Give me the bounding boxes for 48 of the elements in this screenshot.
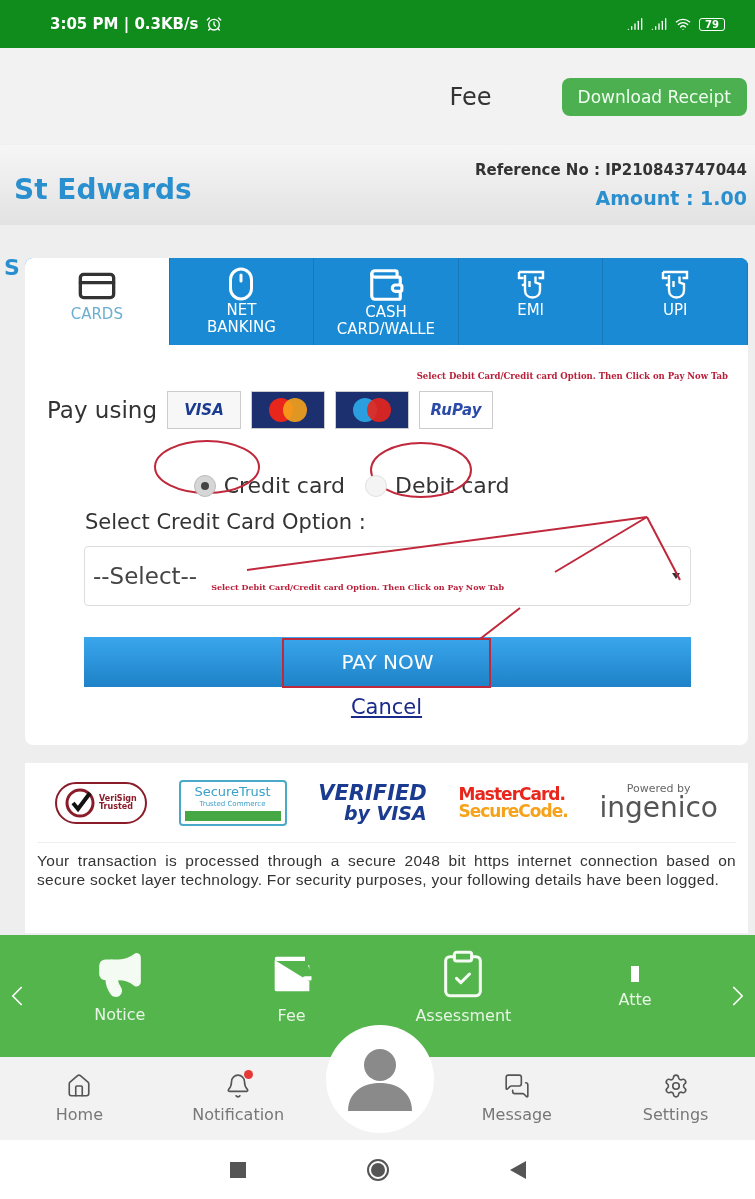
security-text: Your transaction is processed through a secure 2048 bit https internet connection based on secure socket layer technology. For security purposes, your following details have been logged. <box>37 851 736 889</box>
payment-tab[interactable]: CARDS <box>25 258 170 345</box>
section-heading: S <box>4 255 20 280</box>
page-title: Fee <box>449 82 492 111</box>
wifi-icon <box>675 16 692 32</box>
radio-label[interactable]: Debit card <box>395 473 510 498</box>
settings-icon <box>662 1073 689 1099</box>
radio-button[interactable] <box>193 474 216 497</box>
home-icon <box>66 1073 93 1099</box>
partial-icon <box>630 964 641 984</box>
battery-icon: 79 <box>699 17 725 31</box>
option-label: Select Credit Card Option : <box>85 510 367 534</box>
select-value: --Select-- <box>93 563 198 589</box>
home-button-icon[interactable] <box>365 1157 390 1182</box>
nav-item[interactable]: Message <box>437 1072 597 1125</box>
feature-item[interactable]: Notice <box>34 948 206 1044</box>
rupay-logo: RuPay <box>419 391 493 429</box>
amount: Amount : 1.00 <box>595 187 747 209</box>
signal-icon <box>651 16 668 32</box>
card-option-select[interactable]: --Select-- Select Debit Card/Credit card Option. Then Click on Pay Now Tab <box>84 546 691 606</box>
mastercard-securecode-logo: MasterCard. SecureCode. <box>458 785 568 820</box>
nav-item[interactable]: Settings <box>596 1072 755 1125</box>
feature-item[interactable]: Atte <box>549 963 721 1029</box>
reference-number: Reference No : IP210843747044 <box>474 161 747 179</box>
school-name: St Edwards <box>14 172 192 206</box>
signal-icon <box>627 16 644 32</box>
download-receipt-button[interactable]: Download Receipt <box>561 77 747 116</box>
recents-icon[interactable] <box>229 1161 246 1178</box>
radio-button[interactable] <box>365 474 387 497</box>
nav-item[interactable]: Home <box>0 1072 159 1125</box>
cancel-link[interactable]: Cancel <box>350 695 423 719</box>
verified-by-visa-logo: VERIFIED by VISA <box>318 782 427 823</box>
annotation-note: Select Debit Card/Credit card Option. Then Click on Pay Now Tab <box>211 582 505 592</box>
feature-item[interactable]: Assessment <box>377 947 550 1045</box>
nav-item[interactable]: Notification <box>158 1072 318 1125</box>
feature-item[interactable]: Fee <box>205 947 378 1045</box>
caret-icon <box>672 573 680 579</box>
pay-now-button[interactable]: PAY NOW <box>84 637 691 687</box>
pay-using-label: Pay using <box>47 397 157 423</box>
back-icon[interactable] <box>509 1160 526 1179</box>
alarm-icon <box>206 16 223 32</box>
verisign-logo: VeriSign Trusted <box>55 781 147 824</box>
status-time: 3:05 PM | 0.3KB/s <box>50 15 199 33</box>
annotation-note: Select Debit Card/Credit card Option. Then Click on Pay Now Tab <box>416 371 728 381</box>
wallet-icon <box>367 266 405 304</box>
message-icon <box>503 1073 530 1099</box>
visa-logo: VISA <box>167 391 241 429</box>
ingenico-logo: Powered by ingenico <box>599 783 718 822</box>
